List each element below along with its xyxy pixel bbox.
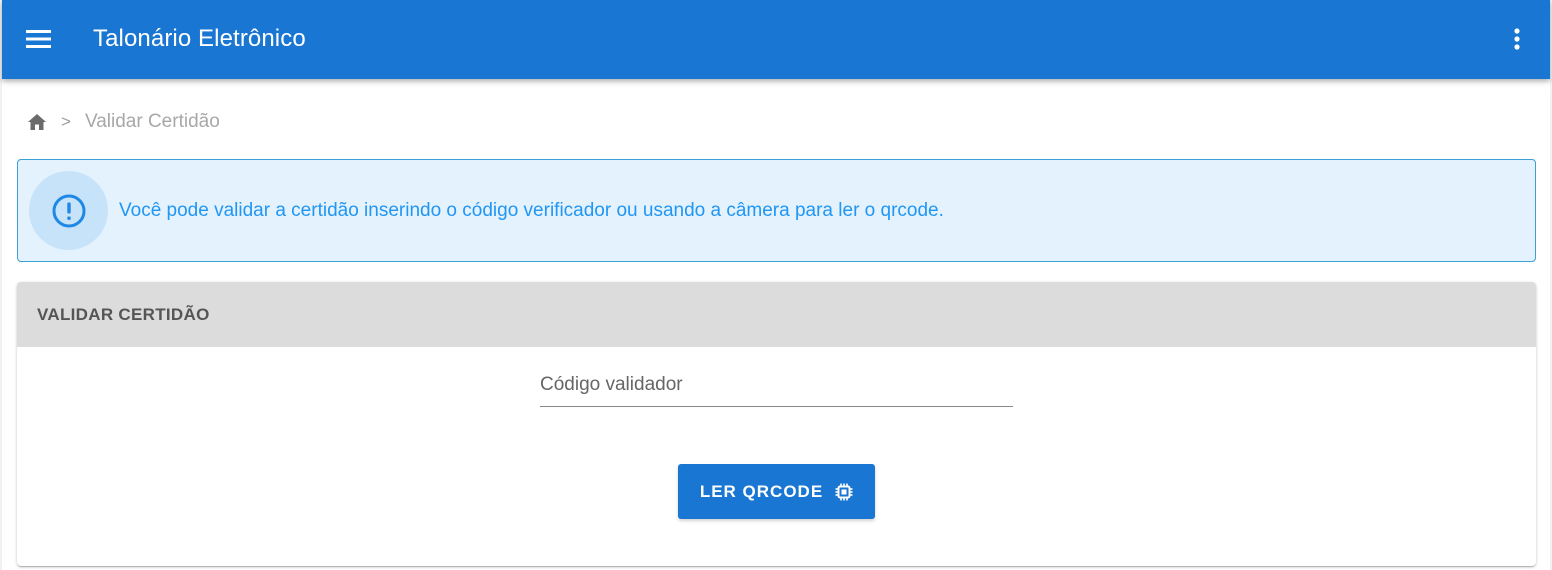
- alert-message: Você pode validar a certidão inserindo o…: [119, 200, 944, 221]
- hamburger-menu-icon: [26, 30, 51, 48]
- card-title: VALIDAR CERTIDÃO: [37, 304, 210, 324]
- home-icon: [28, 114, 46, 130]
- app-window: Talonário Eletrônico > Validar Certidão: [0, 0, 1552, 570]
- read-qrcode-label: LER QRCODE: [699, 481, 824, 501]
- menu-button[interactable]: [20, 20, 58, 58]
- exclamation-circle-icon: [52, 194, 85, 227]
- alert-icon-badge: [29, 171, 108, 250]
- read-qrcode-button[interactable]: LER QRCODE: [678, 464, 875, 519]
- more-vertical-icon: [1514, 28, 1520, 50]
- validation-code-input[interactable]: [540, 364, 1013, 407]
- breadcrumb-current: Validar Certidão: [84, 111, 220, 132]
- info-alert: Você pode validar a certidão inserindo o…: [17, 159, 1536, 262]
- card-header: VALIDAR CERTIDÃO: [17, 282, 1536, 347]
- breadcrumb-home[interactable]: [27, 112, 47, 132]
- more-options-button[interactable]: [1502, 20, 1532, 58]
- chip-icon: [835, 483, 853, 501]
- breadcrumb: > Validar Certidão: [27, 110, 220, 134]
- code-field: [540, 364, 1013, 408]
- app-bar: Talonário Eletrônico: [2, 0, 1550, 79]
- window-edge-left: [0, 0, 2, 570]
- app-title: Talonário Eletrônico: [93, 25, 306, 52]
- validate-certificate-card: VALIDAR CERTIDÃO LER QRCODE: [17, 282, 1536, 566]
- breadcrumb-separator: >: [61, 112, 71, 131]
